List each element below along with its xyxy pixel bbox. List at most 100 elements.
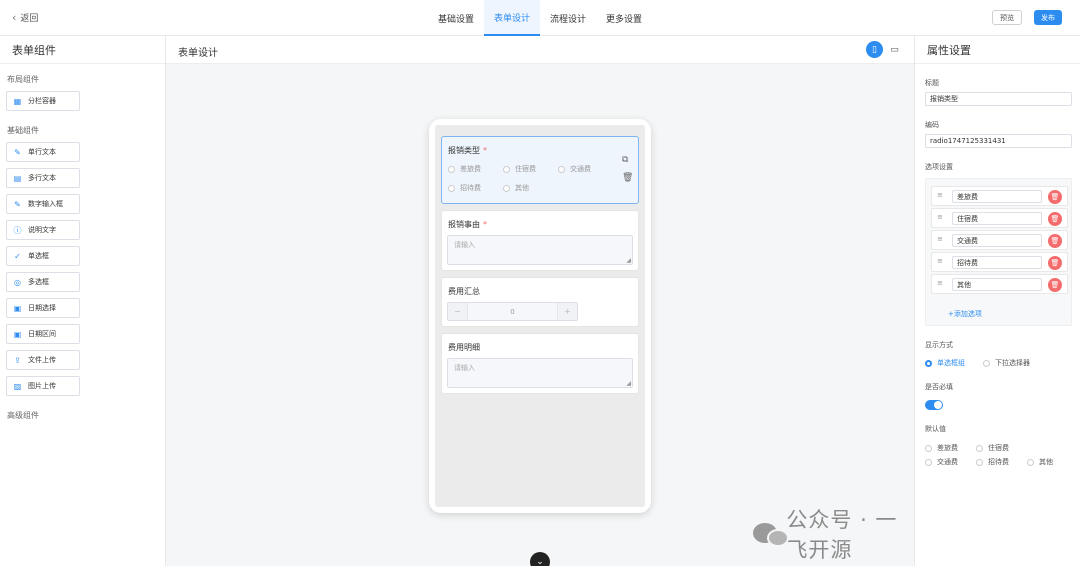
add-option-link[interactable]: +添加选项 xyxy=(948,309,982,319)
default-value-label: 默认值 xyxy=(925,425,946,433)
increment-button[interactable]: + xyxy=(558,303,577,320)
default-option[interactable]: 交通费 xyxy=(925,457,958,467)
grid-icon: ▦ xyxy=(13,96,22,106)
drag-handle-icon[interactable]: ≡ xyxy=(937,235,943,243)
tab-basic-settings[interactable]: 基础设置 xyxy=(428,0,484,36)
copy-icon[interactable]: ⧉ xyxy=(622,155,628,165)
mobile-view-button[interactable]: ▯ xyxy=(866,41,883,58)
publish-button[interactable]: 发布 xyxy=(1034,10,1062,25)
default-option[interactable]: 招待费 xyxy=(976,457,1009,467)
component-column-container[interactable]: ▦ 分栏容器 xyxy=(6,91,80,111)
component-date-range[interactable]: ▣ 日期区间 xyxy=(6,324,80,344)
option-input[interactable]: 招待费 xyxy=(952,256,1042,269)
required-toggle[interactable] xyxy=(925,400,943,410)
resize-grip-icon[interactable]: ◢ xyxy=(626,257,631,264)
watermark-text: 公众号 · 一飞开源 xyxy=(786,508,898,562)
title-input[interactable]: 报销类型 xyxy=(925,92,1072,106)
tab-form-design[interactable]: 表单设计 xyxy=(484,0,541,36)
detail-textarea[interactable]: 请输入 ◢ xyxy=(447,358,633,388)
tab-flow-design[interactable]: 流程设计 xyxy=(540,0,596,36)
phone-preview-frame: 报销类型 * 差旅费 住宿费 交通费 招待费 其他 ⧉ 🗑 报销事由 * 请输入 ◢… xyxy=(429,119,651,513)
radio-circle xyxy=(976,444,983,452)
component-description-text[interactable]: ⓘ 说明文字 xyxy=(6,220,80,240)
component-single-line-text[interactable]: ✎ 单行文本 xyxy=(6,142,80,162)
component-date-picker[interactable]: ▣ 日期选择 xyxy=(6,298,80,318)
radio-option-label: 差旅费 xyxy=(460,165,481,173)
drag-handle-icon[interactable]: ≡ xyxy=(937,213,943,221)
reason-textarea[interactable]: 请输入 ◢ xyxy=(447,235,633,265)
properties-panel: 属性设置 标题 报销类型 编码 radio1747125331431 选项设置 … xyxy=(914,36,1080,566)
delete-option-button[interactable]: 🗑 xyxy=(1048,234,1062,248)
component-number-input[interactable]: ✎ 数字输入框 xyxy=(6,194,80,214)
field-expense-type[interactable]: 报销类型 * 差旅费 住宿费 交通费 招待费 其他 ⧉ 🗑 xyxy=(441,136,639,204)
advanced-group-title: 高级组件 xyxy=(7,411,39,420)
component-label: 多行文本 xyxy=(28,174,56,182)
radio-option[interactable]: 差旅费 xyxy=(448,164,481,174)
scroll-down-button[interactable]: ⌄ xyxy=(530,552,550,566)
field-expense-detail: 费用明细 请输入 ◢ xyxy=(441,333,639,394)
radio-circle xyxy=(925,359,932,367)
radio-circle xyxy=(983,359,990,367)
delete-option-button[interactable]: 🗑 xyxy=(1048,278,1062,292)
desktop-view-button[interactable]: ▭ xyxy=(886,41,903,58)
back-label: 返回 xyxy=(20,14,39,24)
option-input[interactable]: 差旅费 xyxy=(952,190,1042,203)
back-button[interactable]: ‹ 返回 xyxy=(12,11,38,24)
option-input[interactable]: 其他 xyxy=(952,278,1042,291)
delete-option-button[interactable]: 🗑 xyxy=(1048,256,1062,270)
delete-option-button[interactable]: 🗑 xyxy=(1048,212,1062,226)
option-input[interactable]: 交通费 xyxy=(952,234,1042,247)
component-checkbox[interactable]: ◎ 多选框 xyxy=(6,272,80,292)
code-input[interactable]: radio1747125331431 xyxy=(925,134,1072,148)
option-row: ≡ 住宿费 🗑 xyxy=(931,208,1068,228)
title-label: 标题 xyxy=(925,79,939,87)
component-image-upload[interactable]: ▨ 图片上传 xyxy=(6,376,80,396)
trash-icon[interactable]: 🗑 xyxy=(622,173,633,183)
radio-option-label: 招待费 xyxy=(460,184,481,192)
preview-button[interactable]: 预览 xyxy=(992,10,1022,25)
component-label: 分栏容器 xyxy=(28,97,56,105)
required-mark: * xyxy=(483,220,487,229)
stepper-value[interactable]: 0 xyxy=(467,303,558,320)
pen-icon: ✎ xyxy=(14,199,21,209)
total-stepper[interactable]: − 0 + xyxy=(447,302,578,321)
radio-option-label: 招待费 xyxy=(988,458,1009,466)
drag-handle-icon[interactable]: ≡ xyxy=(937,191,943,199)
document-icon: ▤ xyxy=(13,173,22,183)
resize-grip-icon[interactable]: ◢ xyxy=(626,380,631,387)
radio-option[interactable]: 其他 xyxy=(503,183,529,193)
component-file-upload[interactable]: ⇪ 文件上传 xyxy=(6,350,80,370)
field-label-text: 报销事由 xyxy=(448,220,480,229)
component-multi-line-text[interactable]: ▤ 多行文本 xyxy=(6,168,80,188)
options-list: ≡ 差旅费 🗑 ≡ 住宿费 🗑 ≡ 交通费 🗑 ≡ 招待费 🗑 ≡ 其他 🗑 +添加选项 xyxy=(925,178,1072,326)
radio-option[interactable]: 住宿费 xyxy=(503,164,536,174)
image-icon: ▨ xyxy=(13,381,22,391)
tab-more-settings[interactable]: 更多设置 xyxy=(596,0,652,36)
properties-panel-title: 属性设置 xyxy=(915,36,1080,64)
canvas-title: 表单设计 xyxy=(178,48,218,59)
default-option[interactable]: 差旅费 xyxy=(925,443,958,453)
radio-option[interactable]: 招待费 xyxy=(448,183,481,193)
radio-circle xyxy=(448,184,455,192)
drag-handle-icon[interactable]: ≡ xyxy=(937,279,943,287)
delete-option-button[interactable]: 🗑 xyxy=(1048,190,1062,204)
radio-option-label: 其他 xyxy=(1039,458,1053,466)
decrement-button[interactable]: − xyxy=(448,303,467,320)
radio-circle xyxy=(503,184,510,192)
option-input[interactable]: 住宿费 xyxy=(952,212,1042,225)
default-option[interactable]: 其他 xyxy=(1027,457,1053,467)
placeholder: 请输入 xyxy=(454,364,475,372)
radio-option-label: 单选框组 xyxy=(937,359,965,367)
field-label: 报销事由 * xyxy=(448,219,487,230)
display-radio-group-option[interactable]: 单选框组 xyxy=(925,358,965,368)
chevron-down-icon: ⌄ xyxy=(536,557,544,566)
component-label: 日期选择 xyxy=(28,304,56,312)
drag-handle-icon[interactable]: ≡ xyxy=(937,257,943,265)
default-option[interactable]: 住宿费 xyxy=(976,443,1009,453)
display-dropdown-option[interactable]: 下拉选择器 xyxy=(983,358,1030,368)
check-icon: ✓ xyxy=(14,251,21,261)
radio-option[interactable]: 交通费 xyxy=(558,164,591,174)
upload-icon: ⇪ xyxy=(14,355,21,365)
component-radio[interactable]: ✓ 单选框 xyxy=(6,246,80,266)
layout-components: ▦ 分栏容器 xyxy=(0,85,165,111)
